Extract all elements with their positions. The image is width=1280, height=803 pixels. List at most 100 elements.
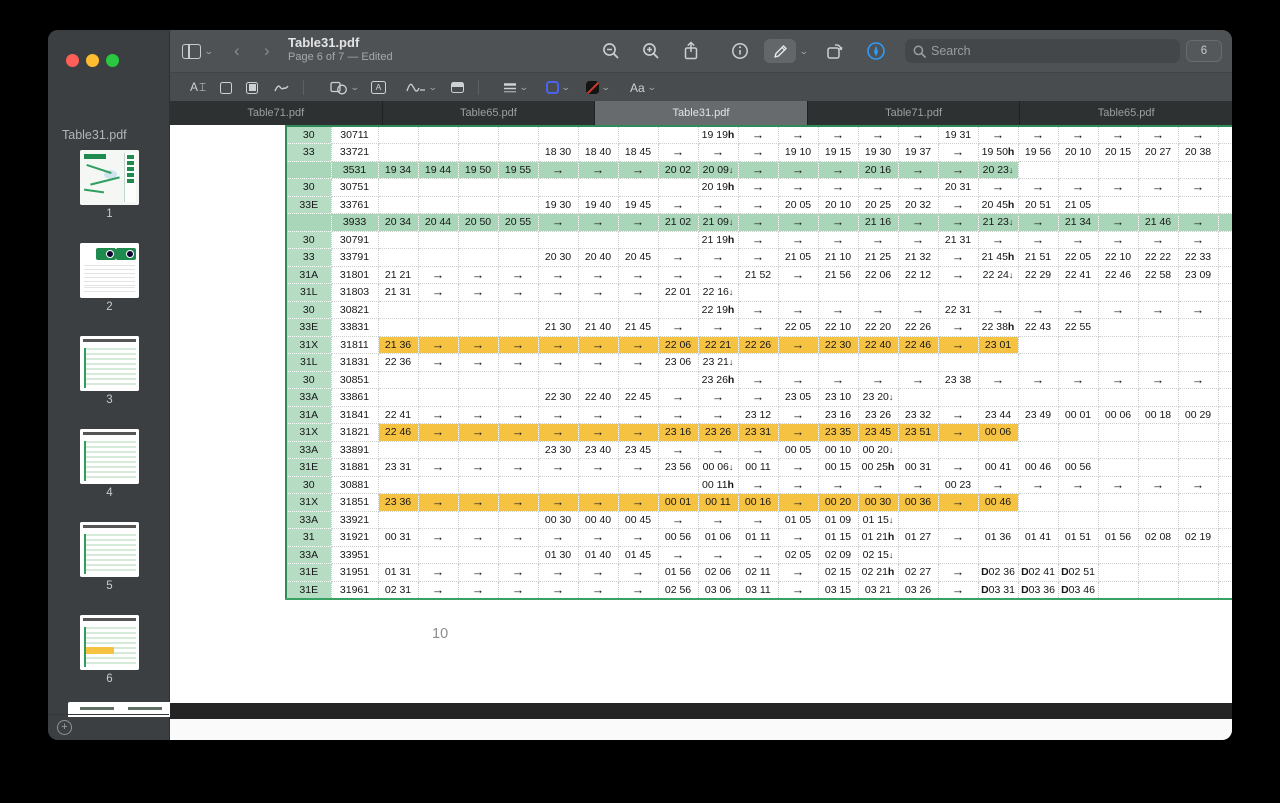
maximize-button[interactable] [106,54,119,67]
timetable-row: 31E3196102 31→→→→→→02 5603 0603 11→03 15… [286,581,1232,599]
add-page-icon[interactable]: + [57,720,72,735]
search-field[interactable] [905,39,1180,63]
time-cell: 20 45h [978,196,1018,214]
time-cell: 03 06 [698,581,738,599]
time-cell: → [458,581,498,599]
time-cell [1018,284,1058,302]
time-cell: → [1098,476,1138,494]
filled-rect-select-tool[interactable] [246,73,258,102]
time-cell: 21 56 [818,266,858,284]
time-cell [1058,284,1098,302]
window-subtitle: Page 6 of 7 — Edited [288,51,393,63]
time-cell [658,231,698,249]
rotate-button[interactable] [822,40,848,62]
time-cell: → [858,179,898,197]
time-cell: → [738,196,778,214]
forward-button[interactable]: › [264,30,270,72]
trip-code-cell: 31921 [331,529,378,547]
tab-table65[interactable]: Table65.pdf [383,101,595,125]
time-cell: → [418,284,458,302]
border-color-tool[interactable]: ⌄ [546,73,570,102]
text-box-tool[interactable]: A [371,73,386,102]
zoom-in-button[interactable] [638,40,664,62]
sketch-tool[interactable] [274,73,290,102]
time-cell: 00 36 [898,494,938,512]
close-button[interactable] [66,54,79,67]
chevron-down-icon: ⌄ [647,82,657,93]
page-thumbnail-4[interactable] [80,429,139,484]
time-cell: → [578,161,618,179]
timetable-row: 31A3180121 21→→→→→→→→21 52→21 5622 0622 … [286,266,1232,284]
trip-code-cell: 31961 [331,581,378,599]
markup-pencil-icon [772,43,789,60]
fill-annotate-button[interactable] [863,40,889,62]
timetable-row: 31X3181121 36→→→→→→22 0622 2122 26→22 30… [286,336,1232,354]
rect-select-tool[interactable] [220,73,232,102]
page-thumbnail-5[interactable] [80,522,139,577]
sidebar-toggle-button[interactable]: ⌄ [182,30,213,72]
time-cell [1218,459,1232,477]
time-cell [1178,354,1218,372]
text-select-tool[interactable]: A⌶ [190,73,207,102]
time-cell [1098,336,1138,354]
time-cell: → [498,529,538,547]
time-cell [1178,424,1218,442]
time-cell: → [1098,126,1138,144]
route-cell: 30 [286,231,331,249]
time-cell [458,511,498,529]
time-cell [1218,389,1232,407]
time-cell [498,126,538,144]
text-style-tool[interactable]: Aa ⌄ [630,73,655,102]
search-input[interactable] [931,44,1131,58]
time-cell: 01 21h [858,529,898,547]
time-cell [378,231,418,249]
shapes-tool[interactable]: ⌄ [330,73,359,102]
time-cell [1018,511,1058,529]
tab-table65-2[interactable]: Table65.pdf [1020,101,1232,125]
fill-color-tool[interactable]: ⌄ [586,73,610,102]
tab-table31[interactable]: Table31.pdf [595,101,807,125]
zoom-out-button[interactable] [598,40,624,62]
time-cell: → [458,459,498,477]
time-cell: 20 34 [378,214,418,232]
window-title: Table31.pdf [288,35,393,50]
time-cell [378,179,418,197]
time-cell: 20 15 [1098,144,1138,162]
page-badge-button[interactable]: 6 [1186,40,1222,62]
time-cell: 00 01 [658,494,698,512]
time-cell: → [898,371,938,389]
share-button[interactable] [678,40,704,62]
time-cell: 20 02 [658,161,698,179]
tab-table71[interactable]: Table71.pdf [170,101,382,125]
route-cell: 30 [286,476,331,494]
time-cell [1218,441,1232,459]
time-cell: 20 25 [858,196,898,214]
route-cell [286,161,331,179]
line-weight-tool[interactable]: ⌄ [503,73,528,102]
time-cell [1138,424,1178,442]
time-cell: 23 36 [378,494,418,512]
time-cell: → [778,179,818,197]
markup-chevron-icon[interactable]: ⌄ [799,46,809,57]
minimize-button[interactable] [86,54,99,67]
time-cell: → [938,581,978,599]
tab-table71-2[interactable]: Table71.pdf [808,101,1020,125]
time-cell: → [1018,231,1058,249]
info-button[interactable] [727,40,753,62]
page-thumbnail-2[interactable] [80,243,139,298]
back-button[interactable]: ‹ [234,30,240,72]
page-thumbnail-3[interactable] [80,336,139,391]
page-thumbnail-1[interactable] [80,150,139,205]
note-tool[interactable] [451,73,464,102]
signature-tool[interactable]: ⌄ [406,73,437,102]
page-thumbnail-6[interactable] [80,615,139,670]
magnifier-minus-icon [602,42,620,60]
time-cell: 19 44 [418,161,458,179]
markup-button[interactable] [764,39,796,63]
time-cell: → [538,494,578,512]
time-cell: → [1098,301,1138,319]
timetable-row: 353119 3419 4419 5019 55→→→20 0220 09↓→→… [286,161,1232,179]
timetable-row: 303082122 19h→→→→→22 31→→→→→→→ [286,301,1232,319]
timetable-row: 31X3182122 46→→→→→→23 1623 2623 31→23 35… [286,424,1232,442]
time-cell: → [698,441,738,459]
